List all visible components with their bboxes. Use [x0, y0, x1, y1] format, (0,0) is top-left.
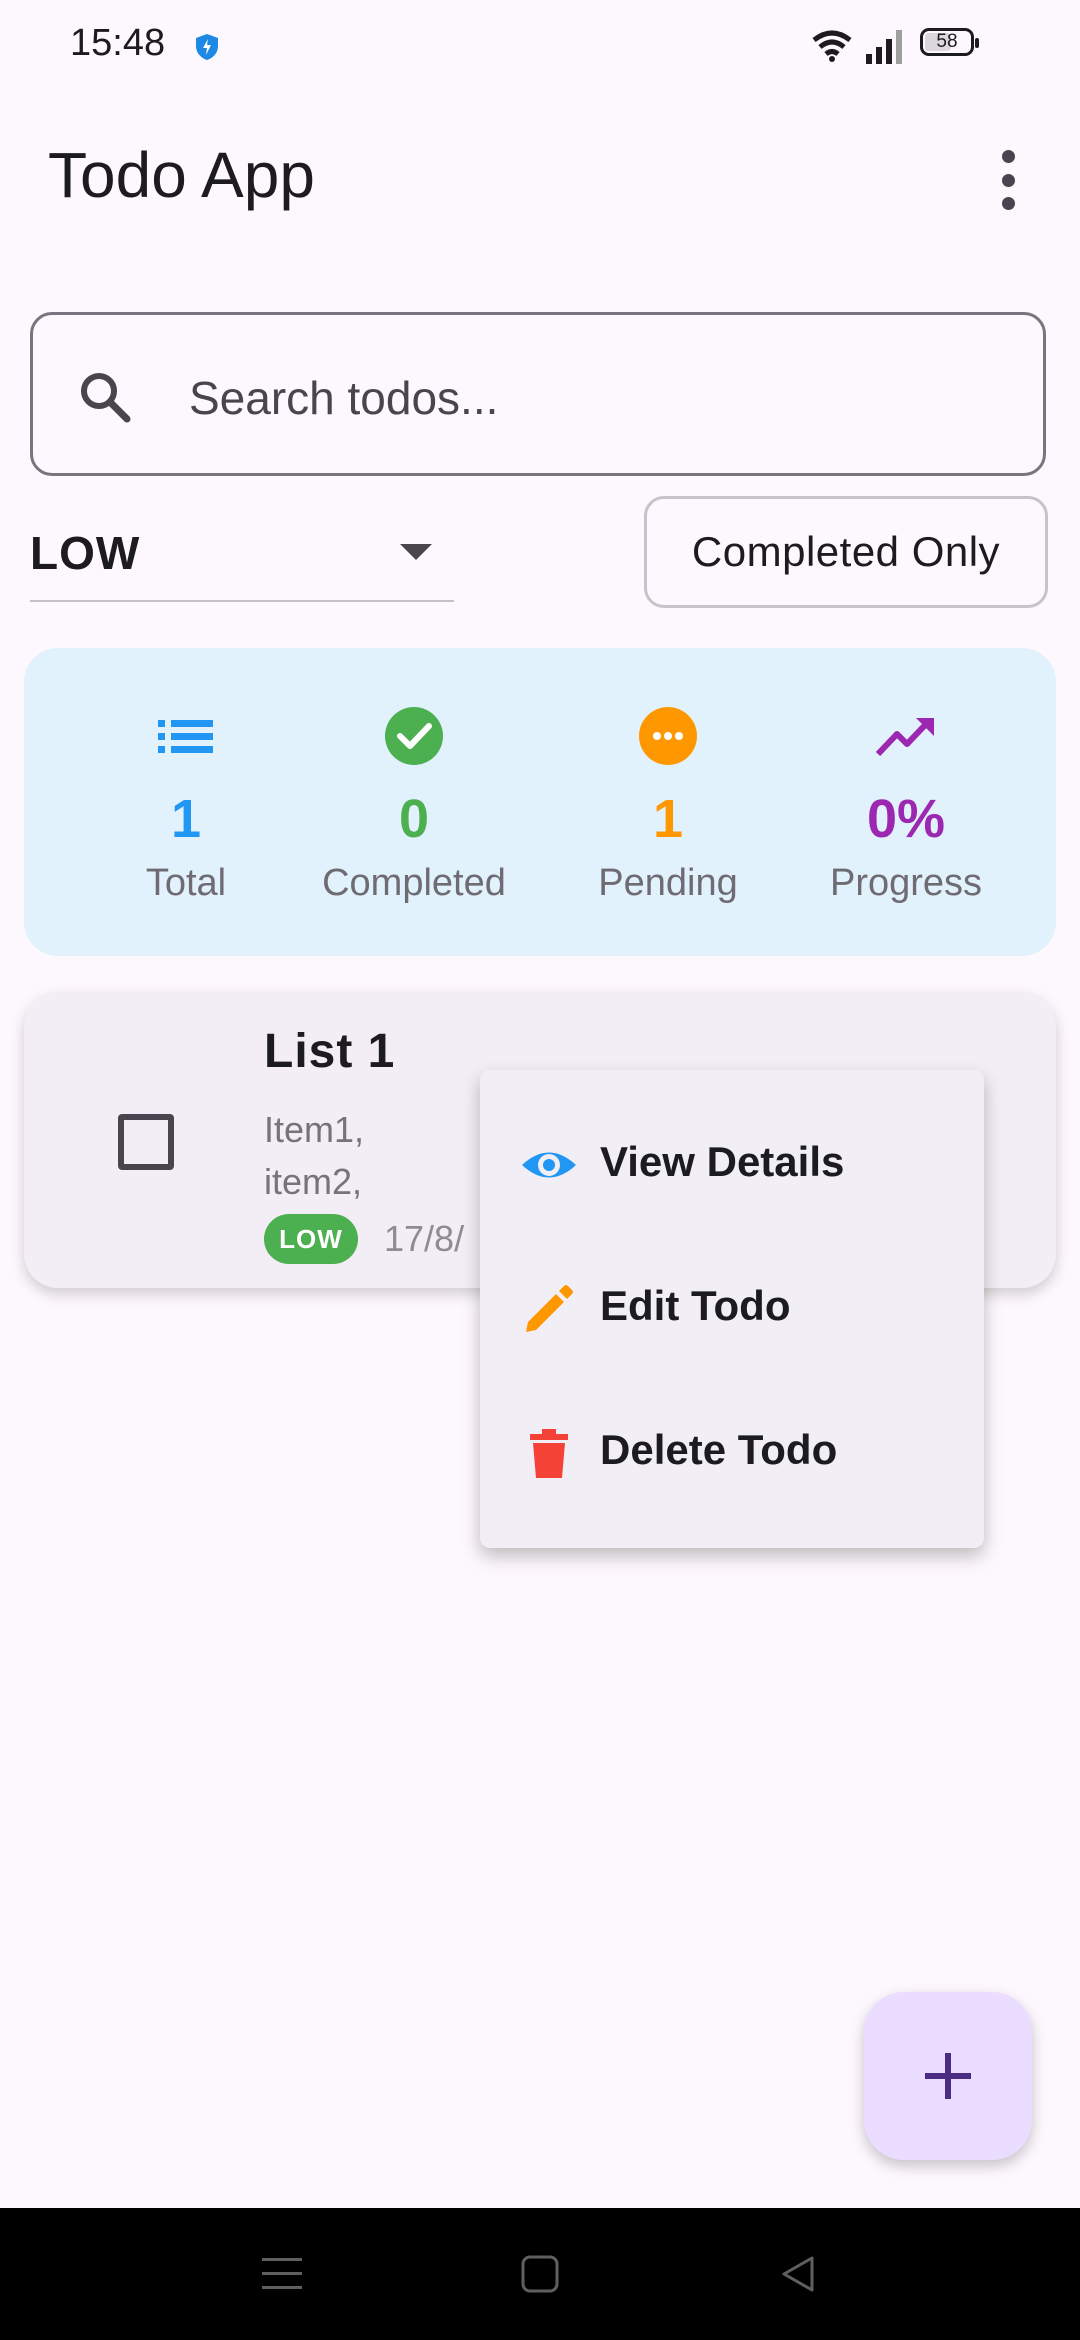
todo-title: List 1	[264, 1025, 396, 1078]
search-icon	[81, 373, 131, 423]
trending-up-icon	[876, 718, 934, 757]
add-todo-button[interactable]	[864, 1992, 1032, 2160]
stat-total-label: Total	[145, 862, 227, 904]
battery-tip	[975, 38, 979, 48]
stats-card: 1 Total 0 Completed 1 Pending 0% Progres…	[24, 648, 1056, 956]
more-vert-icon[interactable]	[990, 150, 1026, 210]
overflow-dot	[1001, 150, 1015, 163]
check-circle-icon	[385, 707, 443, 765]
todo-date: 17/8/	[384, 1218, 465, 1259]
page-title: Todo App	[48, 139, 315, 211]
pencil-icon	[526, 1285, 573, 1332]
priority-badge: LOW	[264, 1214, 358, 1264]
overflow-dot	[1001, 197, 1015, 210]
stat-completed-value: 0	[398, 789, 430, 849]
menu-item-view-details[interactable]: View Details	[480, 1092, 984, 1236]
overflow-dot	[1001, 173, 1015, 187]
stat-total: 1 Total	[66, 648, 306, 956]
todo-description-line: Item1,	[264, 1109, 365, 1150]
stat-completed: 0 Completed	[294, 648, 534, 956]
stat-pending-value: 1	[652, 789, 684, 849]
menu-item-edit-todo[interactable]: Edit Todo	[480, 1236, 984, 1380]
menu-icon[interactable]	[262, 2256, 302, 2292]
home-square-icon[interactable]	[520, 2254, 560, 2294]
list-icon	[158, 720, 213, 753]
stat-pending-label: Pending	[598, 862, 738, 904]
system-nav-bar	[0, 2208, 1080, 2340]
todo-context-menu: View Details Edit Todo Delete Todo	[480, 1070, 984, 1548]
add-icon	[925, 2053, 971, 2099]
menu-item-label: Delete Todo	[600, 1426, 838, 1473]
todo-checkbox[interactable]	[118, 1114, 174, 1170]
completed-only-button[interactable]: Completed Only	[644, 496, 1048, 608]
stat-progress-label: Progress	[829, 862, 983, 904]
dropdown-arrow-icon	[400, 544, 432, 560]
pending-icon	[639, 707, 697, 765]
status-icons: 58	[810, 26, 1080, 66]
signal-icon	[866, 30, 902, 64]
priority-dropdown-value: LOW	[30, 527, 141, 579]
menu-item-label: View Details	[600, 1138, 845, 1185]
todo-description-line: item2,	[264, 1161, 363, 1202]
status-time: 15:48	[70, 22, 166, 64]
menu-item-delete-todo[interactable]: Delete Todo	[480, 1380, 984, 1524]
todo-description: Item1, item2,	[264, 1104, 364, 1208]
battery-icon: 58	[920, 28, 974, 56]
stat-completed-label: Completed	[322, 862, 506, 904]
shield-bolt-icon	[196, 34, 218, 60]
battery-text: 58	[936, 31, 958, 52]
stat-pending: 1 Pending	[548, 648, 788, 956]
stat-progress: 0% Progress	[786, 648, 1026, 956]
eye-icon	[522, 1152, 576, 1178]
wifi-icon	[812, 30, 852, 62]
priority-dropdown[interactable]: LOW	[30, 514, 454, 602]
back-triangle-icon[interactable]	[778, 2254, 818, 2294]
search-input[interactable]	[187, 355, 991, 441]
stat-progress-value: 0%	[866, 789, 946, 849]
stat-total-value: 1	[170, 789, 202, 849]
search-box[interactable]	[30, 312, 1046, 476]
trash-icon	[530, 1429, 568, 1478]
menu-item-label: Edit Todo	[600, 1282, 791, 1329]
